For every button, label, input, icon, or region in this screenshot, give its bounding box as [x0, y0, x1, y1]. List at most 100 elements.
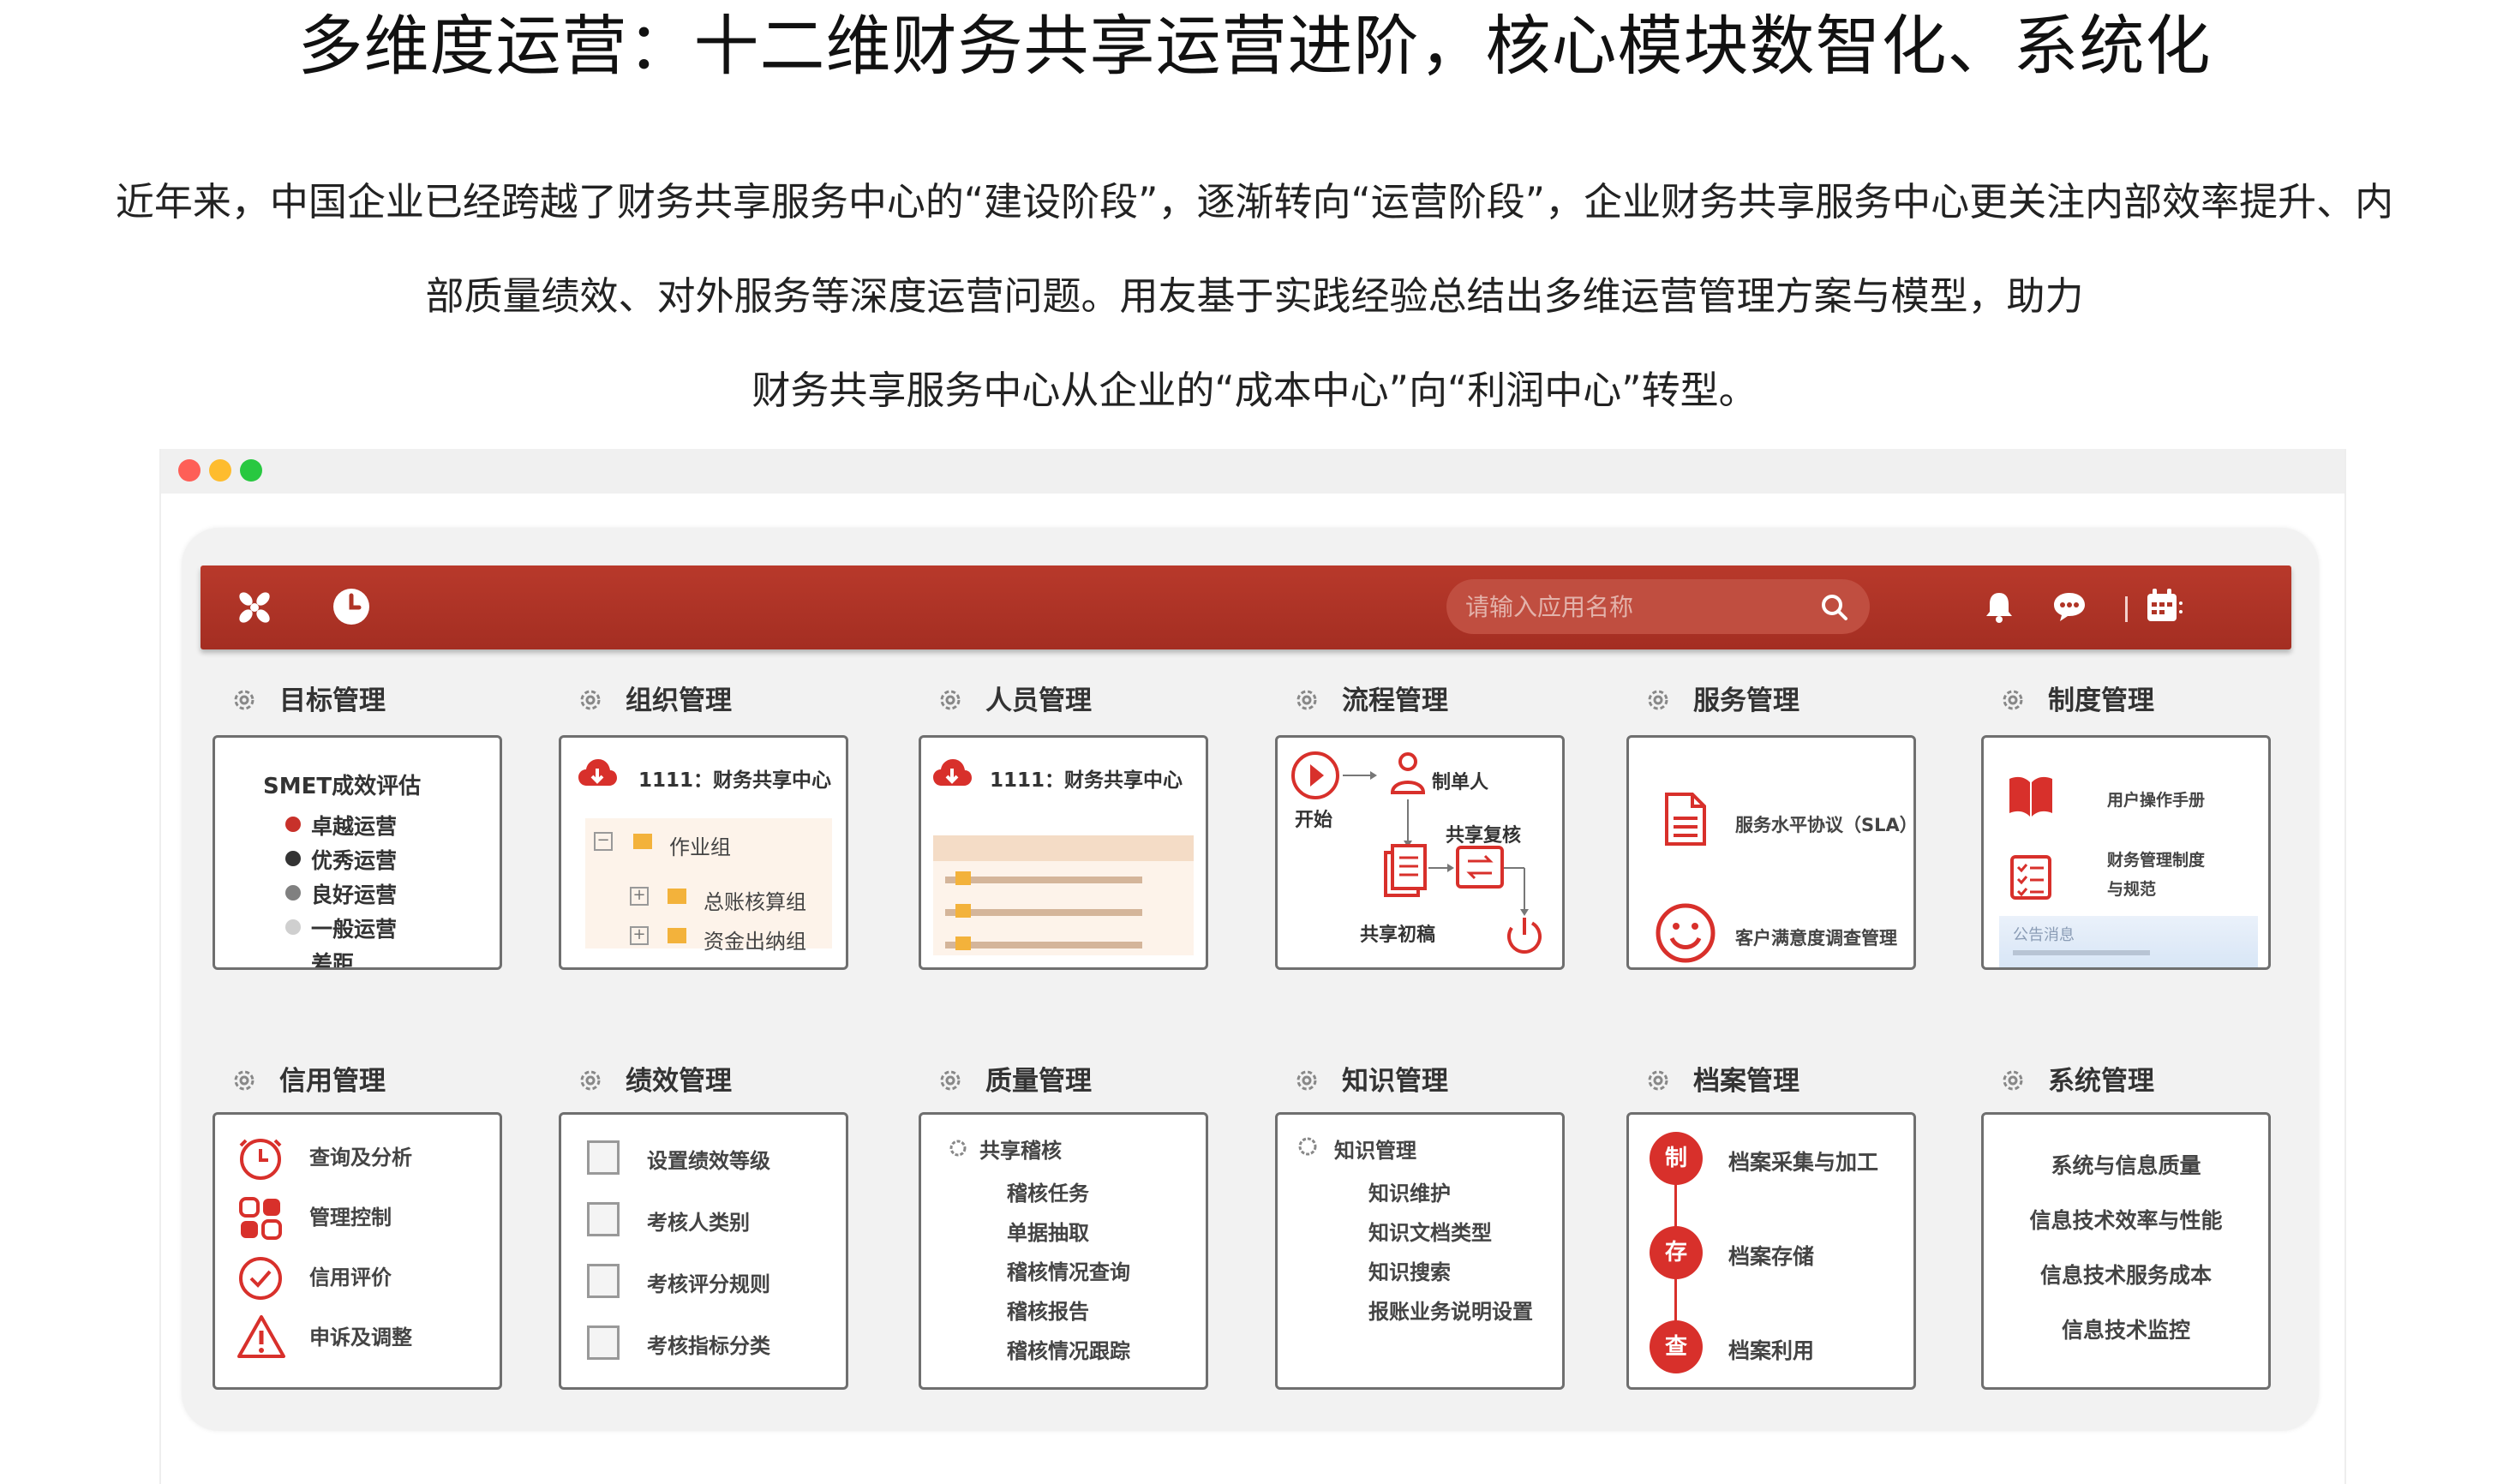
knowledge-item[interactable]: 知识搜索	[1368, 1255, 1451, 1285]
system-item[interactable]: 信息技术效率与性能	[1984, 1204, 2268, 1235]
maximize-window-dot[interactable]	[240, 459, 262, 482]
system-item[interactable]: 信息技术监控	[1984, 1313, 2268, 1344]
staff-table-row[interactable]	[945, 942, 1142, 948]
knowledge-group-label[interactable]: 知识管理	[1334, 1134, 1416, 1164]
app-search-input[interactable]	[1465, 589, 1808, 624]
gear-icon	[580, 1070, 601, 1091]
archive-item[interactable]: 档案存储	[1728, 1240, 1814, 1271]
quality-group-label[interactable]: 共享稽核	[979, 1134, 1062, 1164]
warning-icon	[237, 1315, 285, 1358]
checklist-icon	[2010, 855, 2051, 900]
service-item-satisfaction[interactable]: 客户满意度调查管理	[1735, 925, 1897, 950]
quality-item[interactable]: 稽核报告	[1007, 1295, 1089, 1325]
collapse-toggle[interactable]: −	[594, 832, 613, 851]
knowledge-item[interactable]: 知识维护	[1368, 1176, 1451, 1206]
folder-icon	[668, 928, 686, 943]
calendar-icon[interactable]	[2144, 586, 2183, 625]
credit-item-control[interactable]: 管理控制	[309, 1200, 392, 1230]
staff-center-name: 1111：财务共享中心	[990, 769, 1183, 792]
smet-heading: SMET成效评估	[263, 774, 422, 799]
browser-window: 目标管理 SMET成效评估 卓越运营优秀运营良好运营一般运营差距 组织管理 11…	[159, 449, 2346, 1484]
top-nav-bar	[201, 565, 2291, 649]
policy-item-manual[interactable]: 用户操作手册	[2107, 787, 2205, 811]
book-icon	[2009, 776, 2052, 817]
intro-line-3: 财务共享服务中心从企业的“成本中心”向“利润中心”转型。	[752, 368, 1757, 413]
search-icon[interactable]	[1820, 593, 1849, 622]
quality-item[interactable]: 单据抽取	[1007, 1216, 1089, 1246]
system-card[interactable]: 系统与信息质量 信息技术效率与性能 信息技术服务成本 信息技术监控	[1981, 1112, 2271, 1390]
notice-board[interactable]: 公告消息	[1999, 916, 2258, 967]
gear-icon	[1298, 1137, 1317, 1156]
close-window-dot[interactable]	[178, 459, 201, 482]
folder-icon	[955, 871, 971, 885]
policy-item-rules[interactable]: 财务管理制度	[2107, 847, 2205, 871]
system-item[interactable]: 信息技术服务成本	[1984, 1259, 2268, 1290]
document-icon	[1665, 793, 1706, 846]
intro-line-2: 部质量绩效、对外服务等深度运营问题。用友基于实践经验总结出多维运营管理方案与模型…	[425, 273, 2084, 319]
archive-badge: 存	[1650, 1226, 1703, 1279]
minimize-window-dot[interactable]	[209, 459, 231, 482]
nav-separator	[2125, 596, 2128, 622]
quality-item[interactable]: 稽核情况跟踪	[1007, 1334, 1130, 1364]
archive-item[interactable]: 档案利用	[1728, 1334, 1814, 1365]
app-search-box[interactable]	[1446, 579, 1870, 634]
goal-card[interactable]: SMET成效评估 卓越运营 优秀运营 良好运营 一般运营 差距	[213, 735, 502, 970]
folder-icon	[955, 936, 971, 950]
knowledge-card[interactable]: 知识管理 知识维护知识文档类型 知识搜索报账业务说明设置	[1275, 1112, 1565, 1390]
gear-icon	[940, 690, 961, 710]
quality-item[interactable]: 稽核情况查询	[1007, 1255, 1130, 1285]
bell-icon[interactable]	[1983, 589, 2015, 624]
clock-icon	[239, 1139, 282, 1180]
legend-dot	[285, 954, 301, 967]
legend-label: 一般运营	[311, 917, 398, 942]
staff-table-row[interactable]	[945, 877, 1142, 883]
expand-toggle[interactable]: +	[630, 887, 649, 906]
performance-card[interactable]: 设置绩效等级 考核人类别考核评分规则 考核指标分类	[559, 1112, 848, 1390]
document-icon	[587, 1140, 620, 1175]
performance-item[interactable]: 考核评分规则	[647, 1267, 770, 1297]
clock-icon[interactable]	[331, 586, 372, 627]
gear-icon	[2003, 690, 2023, 710]
process-card[interactable]: 开始 制单人 共享复核 共享初稿 结束	[1275, 735, 1565, 970]
gear-icon	[580, 690, 601, 710]
org-tree-item[interactable]: 资金出纳组	[704, 925, 806, 954]
archive-card[interactable]: 制档案采集与加工存档案存储查档案利用	[1626, 1112, 1916, 1390]
credit-item-query[interactable]: 查询及分析	[309, 1140, 412, 1170]
org-tree-item[interactable]: 作业组	[669, 830, 731, 860]
performance-item[interactable]: 设置绩效等级	[647, 1144, 770, 1174]
credit-item-rating[interactable]: 信用评价	[309, 1260, 392, 1290]
folder-icon	[633, 834, 652, 849]
performance-item[interactable]: 考核人类别	[647, 1206, 750, 1236]
staff-table	[933, 835, 1194, 955]
org-tree-item[interactable]: 总账核算组	[704, 885, 806, 915]
service-item-sla[interactable]: 服务水平协议（SLA）	[1735, 811, 1913, 837]
service-card[interactable]: 服务水平协议（SLA） 客户满意度调查管理	[1626, 735, 1916, 970]
notice-label: 公告消息	[2013, 926, 2075, 944]
document-icon	[587, 1325, 620, 1360]
quality-card[interactable]: 共享稽核 稽核任务单据抽取稽核情况查询 稽核报告稽核情况跟踪	[919, 1112, 1208, 1390]
expand-toggle[interactable]: +	[630, 926, 649, 945]
flow-node-start: 开始	[1295, 810, 1333, 831]
quality-item[interactable]: 稽核任务	[1007, 1176, 1089, 1206]
legend-label: 差距	[311, 951, 355, 970]
legend-dot	[285, 885, 301, 901]
knowledge-item[interactable]: 知识文档类型	[1368, 1216, 1492, 1246]
logo-icon[interactable]	[231, 584, 278, 631]
knowledge-item[interactable]: 报账业务说明设置	[1368, 1295, 1533, 1325]
policy-card[interactable]: 用户操作手册 财务管理制度 与规范 公告消息	[1981, 735, 2271, 970]
credit-card[interactable]: 查询及分析 管理控制 信用评价 申诉及调整	[213, 1112, 502, 1390]
gear-icon	[1648, 1070, 1668, 1091]
gear-icon	[949, 1140, 967, 1157]
legend-label: 良好运营	[311, 883, 398, 907]
policy-item-rules-2: 与规范	[2107, 880, 2157, 899]
performance-item[interactable]: 考核指标分类	[647, 1329, 770, 1359]
archive-item[interactable]: 档案采集与加工	[1728, 1146, 1878, 1176]
credit-item-appeal[interactable]: 申诉及调整	[309, 1320, 412, 1350]
staff-card[interactable]: 1111：财务共享中心	[919, 735, 1208, 970]
system-item[interactable]: 系统与信息质量	[1984, 1149, 2268, 1180]
document-icon	[587, 1264, 620, 1298]
chat-icon[interactable]	[2051, 589, 2087, 624]
page-title: 多维度运营：十二维财务共享运营进阶，核心模块数智化、系统化	[297, 8, 2212, 84]
org-card[interactable]: 1111：财务共享中心 − 作业组 + 总账核算组 + 资金出纳组	[559, 735, 848, 970]
staff-table-row[interactable]	[945, 909, 1142, 916]
